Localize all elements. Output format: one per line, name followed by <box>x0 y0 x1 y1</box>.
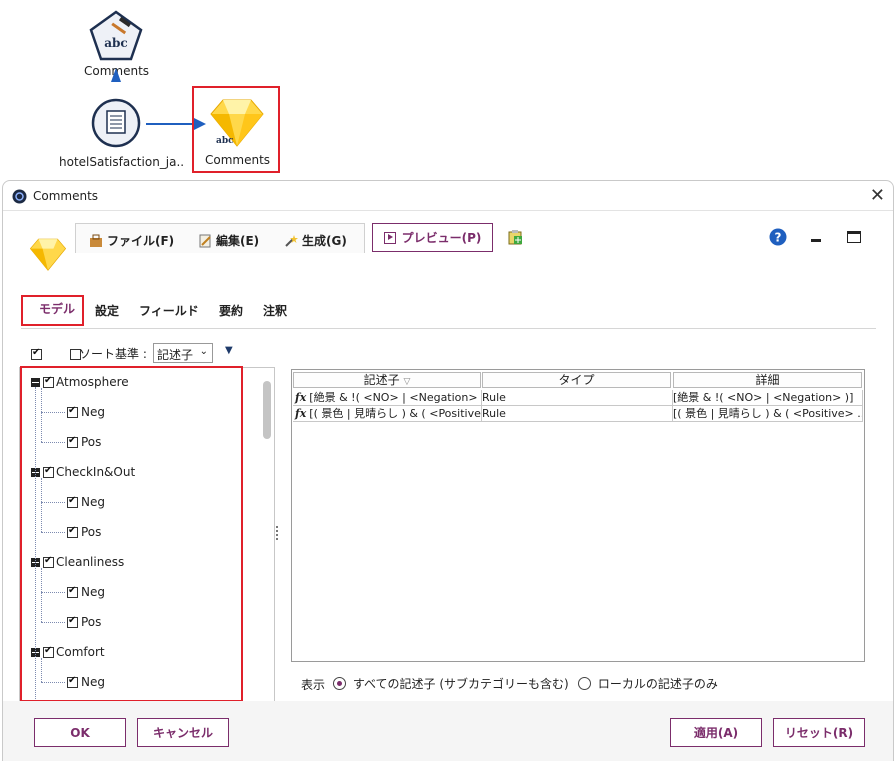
generate-wand-icon <box>284 234 298 248</box>
sort-arrow-icon: ▽ <box>403 377 411 387</box>
panel-splitter[interactable] <box>276 526 280 540</box>
apply-button[interactable]: 適用(A) <box>670 718 762 747</box>
link-arrow-up <box>110 66 122 86</box>
sort-label: ソート基準 : <box>79 347 147 361</box>
tab-fields[interactable]: フィールド <box>139 302 199 319</box>
cancel-button[interactable]: キャンセル <box>137 718 229 747</box>
menu-file[interactable]: ファイル(F) <box>89 232 174 249</box>
text-mining-node-icon[interactable]: abc <box>89 10 143 62</box>
chevron-down-icon: ⌄ <box>199 346 208 357</box>
model-dialog: Comments ✕ ファイル(F) 編集(E) 生成(G) プレビュー(P) … <box>2 180 894 761</box>
radio-local-indicator <box>578 677 591 690</box>
minimize-icon[interactable] <box>811 239 821 242</box>
radio-all-indicator <box>333 677 346 690</box>
svg-text:?: ? <box>775 231 782 245</box>
dialog-titlebar[interactable]: Comments ✕ <box>3 181 893 211</box>
app-logo-icon <box>12 189 27 204</box>
ok-button[interactable]: OK <box>34 718 126 747</box>
model-nugget-node[interactable]: abc Comments <box>192 86 280 173</box>
add-to-stream-icon[interactable] <box>508 229 524 245</box>
tab-annotations[interactable]: 注釈 <box>263 302 287 319</box>
grid-row-2-type[interactable]: Rule <box>482 406 673 422</box>
radio-local-descriptors[interactable]: ローカルの記述子のみ <box>578 675 718 692</box>
stream-canvas: abc Comments hotelSatisfaction_ja.. abc … <box>0 0 896 180</box>
source-node-label: hotelSatisfaction_ja.. <box>59 155 185 169</box>
formula-icon: fx <box>295 391 307 404</box>
dialog-title: Comments <box>33 189 99 203</box>
select-all-checkbox[interactable] <box>31 347 42 360</box>
tree-scrollbar-thumb[interactable] <box>263 381 271 439</box>
display-label: 表示 <box>301 678 326 692</box>
close-icon[interactable]: ✕ <box>870 185 885 206</box>
formula-icon: fx <box>295 407 307 420</box>
help-icon[interactable]: ? <box>769 228 787 246</box>
grid-row-1-descriptor[interactable]: fx [絶景 & !( <NO> | <Negation> )] <box>293 390 482 406</box>
reset-button[interactable]: リセット(R) <box>773 718 865 747</box>
tab-divider <box>21 328 876 329</box>
tree-highlight <box>20 366 243 702</box>
tab-summary[interactable]: 要約 <box>219 302 243 319</box>
grid-row-1-details[interactable]: [絶景 & !( <NO> | <Negation> )] <box>673 390 863 406</box>
edit-pencil-icon <box>198 234 212 248</box>
sort-select[interactable]: 記述子 ⌄ <box>153 343 213 363</box>
grid-header-descriptor[interactable]: 記述子 ▽ <box>293 372 481 388</box>
file-bag-icon <box>89 234 103 248</box>
menu-edit[interactable]: 編集(E) <box>198 232 259 249</box>
radio-all-descriptors[interactable]: すべての記述子 (サブカテゴリーも含む) <box>333 675 569 692</box>
grid-header-type[interactable]: タイプ <box>482 372 671 388</box>
svg-text:abc: abc <box>104 36 127 50</box>
grid-row-2-details[interactable]: [( 景色 | 見晴らし ) & ( <Positive> ... <box>673 406 863 422</box>
tab-model[interactable]: モデル <box>39 300 75 317</box>
maximize-icon[interactable] <box>847 231 861 243</box>
model-gem-icon <box>29 238 67 271</box>
grid-row-1-type[interactable]: Rule <box>482 390 673 406</box>
model-node-label: Comments <box>205 153 271 167</box>
source-node-icon[interactable] <box>90 98 142 148</box>
nugget-abc-glyph: abc <box>216 136 234 146</box>
play-icon <box>383 231 396 244</box>
grid-header-details[interactable]: 詳細 <box>673 372 862 388</box>
grid-row-2-descriptor[interactable]: fx[( 景色 | 見晴らし ) & ( <Positive> <box>293 406 482 422</box>
sort-direction-icon[interactable]: ▼ <box>225 345 233 356</box>
tab-settings[interactable]: 設定 <box>95 302 119 319</box>
menu-bar: ファイル(F) 編集(E) 生成(G) <box>75 223 365 253</box>
preview-button[interactable]: プレビュー(P) <box>372 223 493 252</box>
menu-generate[interactable]: 生成(G) <box>284 232 347 249</box>
